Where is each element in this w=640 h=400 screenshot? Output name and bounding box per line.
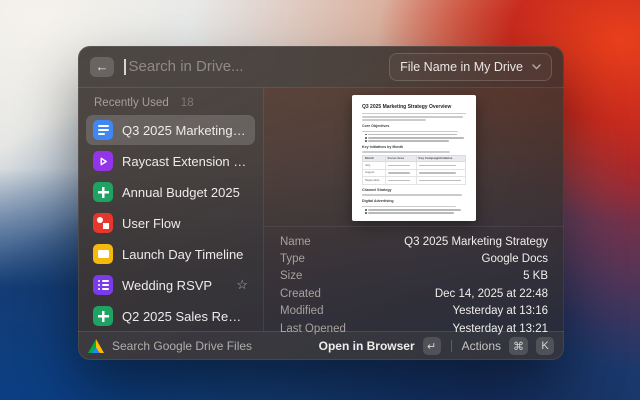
list-item[interactable]: Raycast Extension Demo	[86, 146, 255, 176]
enter-key-icon: ↵	[423, 337, 441, 355]
list-item-label: Raycast Extension Demo	[122, 154, 248, 169]
google-slides-icon	[93, 244, 113, 264]
list-item-label: User Flow	[122, 216, 181, 231]
list-item[interactable]: User Flow	[86, 208, 255, 238]
list-item[interactable]: Launch Day Timeline	[86, 239, 255, 269]
list-item[interactable]: Annual Budget 2025	[86, 177, 255, 207]
open-in-browser-action[interactable]: Open in Browser	[319, 339, 415, 353]
search-header: ← File Name in My Drive	[78, 46, 564, 88]
metadata-value: Dec 14, 2025 at 22:48	[435, 288, 548, 300]
command-key-icon: ⌘	[509, 337, 528, 355]
preview-pane: Q3 2025 Marketing Strategy Overview Core…	[264, 88, 564, 331]
scope-dropdown-value: File Name in My Drive	[400, 60, 523, 74]
window-body: Recently Used 18 Q3 2025 Marketing Strate…	[78, 88, 564, 331]
action-bar: Search Google Drive Files Open in Browse…	[78, 331, 564, 360]
metadata-row: Name Q3 2025 Marketing Strategy	[280, 233, 548, 250]
google-forms-icon	[93, 275, 113, 295]
list-item-label: Annual Budget 2025	[122, 185, 240, 200]
search-input[interactable]	[129, 58, 380, 75]
metadata-label: Modified	[280, 305, 323, 317]
raycast-window: ← File Name in My Drive Recently Used 18 …	[78, 46, 564, 360]
google-docs-icon	[93, 120, 113, 140]
document-thumbnail: Q3 2025 Marketing Strategy Overview Core…	[352, 95, 476, 221]
metadata-row: Type Google Docs	[280, 250, 548, 267]
section-count: 18	[181, 97, 194, 109]
footer-divider	[451, 340, 452, 352]
doc-title: Q3 2025 Marketing Strategy Overview	[362, 104, 466, 111]
scope-dropdown[interactable]: File Name in My Drive	[389, 53, 552, 81]
section-header: Recently Used 18	[86, 94, 255, 115]
document-thumbnail-area: Q3 2025 Marketing Strategy Overview Core…	[264, 88, 564, 226]
back-button[interactable]: ←	[90, 57, 114, 77]
google-drawings-icon	[93, 213, 113, 233]
list-item[interactable]: Q2 2025 Sales Report	[86, 301, 255, 331]
list-item[interactable]: Q3 2025 Marketing Strategy	[86, 115, 255, 145]
metadata-label: Created	[280, 288, 321, 300]
text-cursor	[124, 59, 126, 75]
results-list: Recently Used 18 Q3 2025 Marketing Strate…	[78, 88, 264, 331]
metadata-value: 5 KB	[523, 270, 548, 282]
google-sheets-icon	[93, 182, 113, 202]
google-sheets-icon	[93, 306, 113, 326]
metadata-row: Modified Yesterday at 13:16	[280, 303, 548, 320]
raycast-play-icon	[93, 151, 113, 171]
metadata-label: Size	[280, 270, 302, 282]
metadata-row: Size 5 KB	[280, 268, 548, 285]
favorite-star-icon: ☆	[236, 277, 248, 293]
section-title: Recently Used	[94, 97, 169, 109]
metadata-row: Created Dec 14, 2025 at 22:48	[280, 285, 548, 302]
k-key-icon: K	[536, 337, 554, 355]
list-item-label: Q3 2025 Marketing Strategy	[122, 123, 248, 138]
doc-table: Month Focus Area Key Campaign/Initiative…	[362, 155, 466, 185]
list-item-label: Wedding RSVP	[122, 278, 212, 293]
list-item-label: Q2 2025 Sales Report	[122, 309, 248, 324]
metadata-value: Q3 2025 Marketing Strategy	[404, 236, 548, 248]
metadata-value: Yesterday at 13:16	[453, 305, 548, 317]
doc-section-heading: Channel Strategy	[362, 188, 466, 193]
doc-section-heading: Key Initiatives by Month	[362, 145, 466, 150]
back-arrow-icon: ←	[96, 59, 109, 74]
doc-section-heading: Core Objectives	[362, 124, 466, 129]
google-drive-icon	[88, 339, 104, 353]
actions-menu-button[interactable]: Actions	[462, 339, 501, 353]
extension-name: Search Google Drive Files	[112, 339, 252, 353]
metadata-panel: Name Q3 2025 Marketing Strategy Type Goo…	[264, 226, 564, 341]
metadata-label: Type	[280, 253, 305, 265]
metadata-label: Name	[280, 236, 311, 248]
metadata-value: Google Docs	[482, 253, 548, 265]
list-item-label: Launch Day Timeline	[122, 247, 243, 262]
footer-actions: Open in Browser ↵ Actions ⌘ K	[319, 337, 554, 355]
chevron-down-icon	[532, 64, 541, 70]
doc-section-heading: Digital Advertising	[362, 199, 466, 204]
list-item[interactable]: Wedding RSVP ☆	[86, 270, 255, 300]
search-field-wrap	[124, 58, 379, 75]
